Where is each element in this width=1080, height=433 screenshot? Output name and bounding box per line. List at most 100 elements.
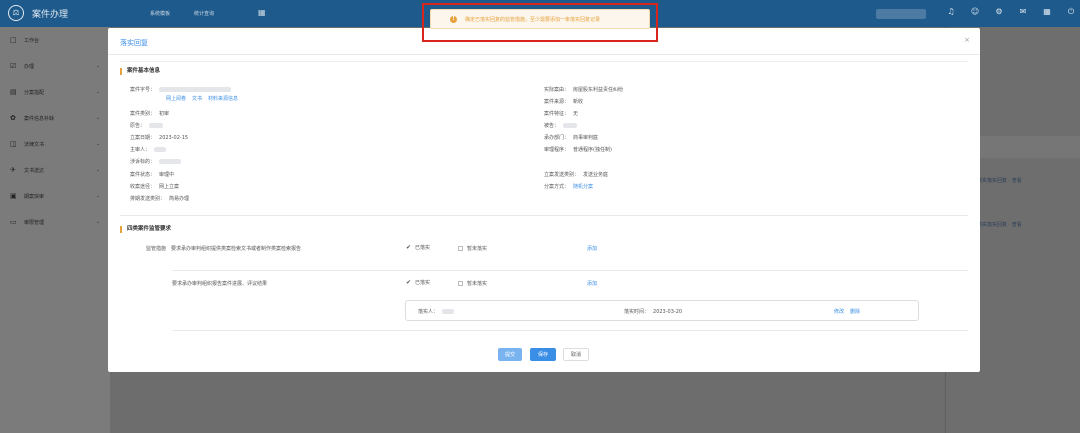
- field-case-feature: 案件特征： 无: [544, 110, 578, 117]
- edit-icon: ☑: [10, 62, 17, 70]
- field-value: 简易办理: [169, 196, 190, 202]
- redacted-value: [159, 87, 232, 92]
- add-record-button-2[interactable]: 添加: [587, 280, 597, 287]
- field-label: 承办部门：: [544, 135, 570, 141]
- field-defendant: 被告：: [544, 122, 578, 129]
- book-icon: ◫: [10, 140, 17, 148]
- sidebar-item-handle[interactable]: ☑ 办理 ⌄: [0, 53, 110, 79]
- user-icon[interactable]: ☺: [969, 7, 981, 17]
- sidebar-item-workbench[interactable]: □ 工作台: [0, 27, 110, 53]
- feedback-modal: 落实回复 × 案件基本信息 案件字号： 网上阅卷 文书 材料来源信息 案件类别：…: [108, 28, 980, 372]
- not-implemented-checkbox-2[interactable]: 暂未落实: [458, 280, 487, 287]
- mail-icon[interactable]: ✉: [1017, 7, 1029, 17]
- redacted-value: [442, 309, 455, 314]
- supervision-item-text: 要求承办审判组织报告案件进展、评议结果: [172, 281, 268, 287]
- field-value[interactable]: 随机分案: [573, 183, 593, 190]
- field-label: 被告：: [544, 123, 560, 129]
- submit-button[interactable]: 提交: [498, 348, 522, 361]
- field-assignment-method: 分案方式： 随机分案: [544, 183, 593, 190]
- case-links: 网上阅卷 文书 材料来源信息: [166, 95, 244, 102]
- bell-icon[interactable]: ♫: [945, 7, 957, 17]
- basic-info-section-title: 案件基本信息: [120, 68, 160, 75]
- chevron-down-icon: ⌄: [95, 141, 100, 147]
- add-record-button-1[interactable]: 添加: [587, 245, 597, 252]
- sidebar-item-case-info[interactable]: ✿ 案件信息补缺 ⌄: [0, 105, 110, 131]
- field-value: 无: [573, 111, 579, 117]
- field-filing-date: 立案日期： 2023-02-15: [130, 134, 188, 142]
- sidebar: □ 工作台 ☑ 办理 ⌄ ▤ 分案指配 ⌄ ✿ 案件信息补缺 ⌄ ◫ 法律文书 …: [0, 27, 110, 433]
- apps-grid-icon[interactable]: ▦: [258, 8, 266, 17]
- documents-link[interactable]: 文书: [192, 95, 202, 102]
- highlight-box: [422, 3, 658, 42]
- checkbox-label: 暂未落实: [467, 281, 488, 287]
- power-icon[interactable]: ⏻: [1065, 7, 1077, 17]
- app-title: 案件办理: [32, 9, 69, 20]
- field-label: 案件来源：: [544, 99, 570, 105]
- field-department: 承办部门： 商事审判庭: [544, 134, 598, 141]
- settings-icon[interactable]: ⚙: [993, 7, 1005, 17]
- implementation-record: 落实人： 落实时间： 2023-03-20 修改 删除: [405, 300, 919, 321]
- cancel-button[interactable]: 取消: [563, 348, 589, 361]
- user-info-box[interactable]: [876, 9, 926, 19]
- delete-record-link[interactable]: 删除: [850, 308, 860, 315]
- window-icon: ▣: [10, 192, 17, 200]
- sidebar-item-label: 期案快审: [24, 193, 45, 200]
- monitor-icon: □: [10, 36, 17, 44]
- implemented-checkbox-2[interactable]: ✔ 已落实: [406, 279, 430, 286]
- record-implementer-label: 落实人：: [418, 309, 439, 315]
- chevron-down-icon: ⌄: [95, 63, 100, 69]
- checkbox-checked-icon: ✔: [406, 279, 412, 286]
- online-file-link[interactable]: 网上阅卷: [166, 95, 186, 102]
- implemented-checkbox-1[interactable]: ✔ 已落实: [406, 244, 430, 251]
- field-case-number: 案件字号：: [130, 86, 232, 93]
- top-nav-statistics[interactable]: 统计查询: [194, 10, 214, 17]
- field-label: 审理程序：: [544, 147, 570, 153]
- field-label: 立案发送类别：: [544, 172, 580, 178]
- checkbox-label: 暂未落实: [467, 246, 488, 252]
- sidebar-item-fast-review[interactable]: ▣ 期案快审 ⌄: [0, 183, 110, 209]
- checkbox-label: 已落实: [415, 280, 431, 286]
- edit-record-link[interactable]: 修改: [834, 308, 844, 315]
- field-label: 案件字号：: [130, 87, 156, 93]
- field-label: 实际案由：: [544, 87, 570, 93]
- supervision-section-title: 四类案件监管要求: [120, 226, 171, 233]
- field-chief-judge: 主审人：: [130, 146, 167, 153]
- field-filing-send-category: 立案发送类别： 发送业务庭: [544, 171, 608, 178]
- sidebar-item-doc-delivery[interactable]: ✈ 文书送达 ⌄: [0, 157, 110, 183]
- field-intake-channel: 收案途径： 网上立案: [130, 183, 179, 190]
- top-nav: 系统模板 统计查询: [150, 10, 238, 17]
- material-source-link[interactable]: 材料来源信息: [208, 95, 238, 102]
- field-plaintiff: 原告：: [130, 122, 164, 129]
- sidebar-item-label: 办理: [24, 63, 35, 70]
- field-trial-procedure: 审理程序： 普通程序(独任制): [544, 146, 612, 153]
- gear-icon: ✿: [10, 114, 16, 122]
- checkbox-empty-icon: [458, 281, 463, 286]
- field-label: 涉诉标的：: [130, 159, 156, 165]
- brand[interactable]: ⚖ 案件办理: [8, 5, 68, 21]
- chevron-down-icon: ⌄: [95, 193, 100, 199]
- record-time-value: 2023-03-20: [653, 308, 683, 315]
- sidebar-item-label: 案件信息补缺: [24, 115, 55, 122]
- chevron-down-icon: ⌄: [95, 115, 100, 121]
- field-label: 立案日期：: [130, 135, 156, 141]
- top-nav-templates[interactable]: 系统模板: [150, 10, 170, 17]
- sidebar-item-label: 文书送达: [24, 167, 45, 174]
- field-value: 房屋股东利益责任纠纷: [573, 87, 624, 93]
- item-divider: [172, 270, 968, 271]
- record-time: 落实时间： 2023-03-20: [624, 308, 683, 316]
- save-button[interactable]: 保存: [530, 348, 556, 361]
- sidebar-item-deadline[interactable]: ▭ 审限管理 ⌄: [0, 209, 110, 235]
- chevron-down-icon: ⌄: [95, 167, 100, 173]
- calendar-icon[interactable]: ▦: [1041, 7, 1053, 17]
- close-icon[interactable]: ×: [964, 36, 970, 44]
- chevron-down-icon: ⌄: [95, 89, 100, 95]
- field-label: 分案方式：: [544, 184, 570, 190]
- field-label: 主审人：: [130, 147, 151, 153]
- field-value: 网上立案: [159, 184, 180, 190]
- not-implemented-checkbox-1[interactable]: 暂未落实: [458, 245, 487, 252]
- redacted-value: [154, 147, 167, 152]
- sidebar-item-legal-docs[interactable]: ◫ 法律文书 ⌄: [0, 131, 110, 157]
- sidebar-item-assign[interactable]: ▤ 分案指配 ⌄: [0, 79, 110, 105]
- checkbox-label: 已落实: [415, 245, 431, 251]
- field-case-source: 案件来源： 新收: [544, 98, 583, 105]
